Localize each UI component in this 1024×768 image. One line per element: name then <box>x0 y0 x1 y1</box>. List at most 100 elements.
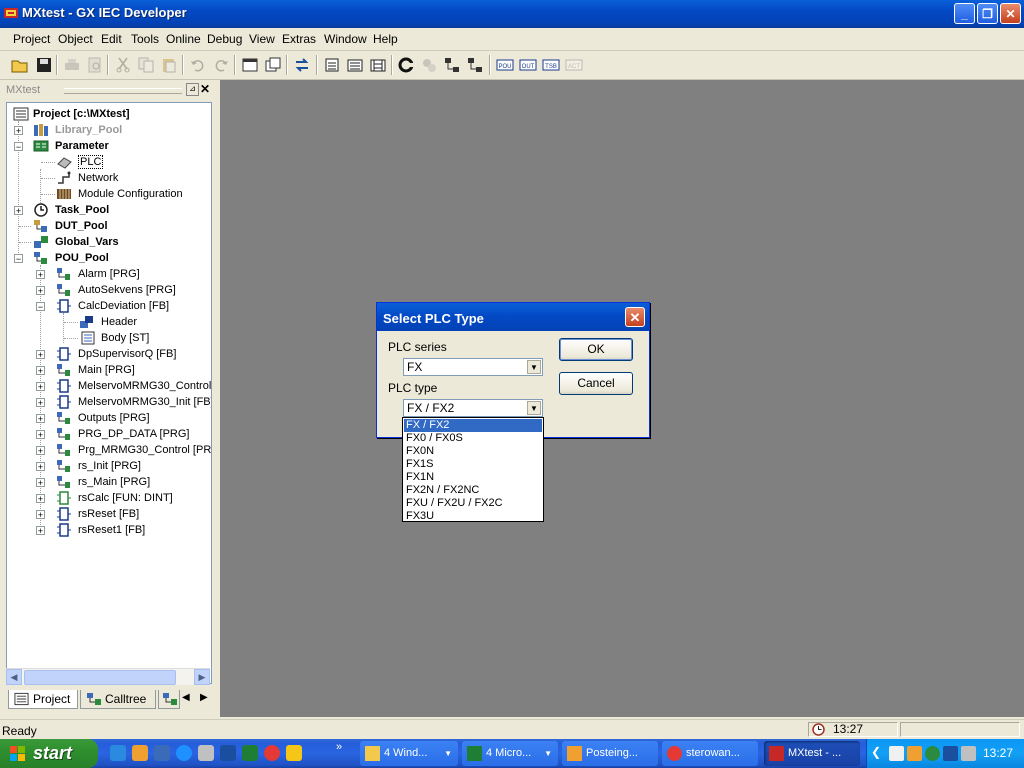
dialog-title-bar[interactable]: Select PLC Type ✕ <box>377 303 649 331</box>
expand-icon[interactable]: + <box>36 382 45 392</box>
tsb-icon[interactable]: TSB <box>542 56 560 74</box>
notepad-icon[interactable] <box>198 745 214 761</box>
expand-icon[interactable]: + <box>36 398 45 408</box>
print-icon[interactable] <box>63 56 81 74</box>
menu-view[interactable]: View <box>249 32 275 46</box>
ie-icon[interactable] <box>110 745 126 761</box>
plc-type-option[interactable]: FX0 / FX0S <box>404 432 542 445</box>
plc-type-option[interactable]: FX1S <box>404 458 542 471</box>
cancel-button[interactable]: Cancel <box>559 372 633 395</box>
minimize-button[interactable]: _ <box>954 3 975 24</box>
undo-icon[interactable] <box>189 56 207 74</box>
menu-extras[interactable]: Extras <box>282 32 316 46</box>
tree-node-autosekvens[interactable]: AutoSekvens [PRG] <box>56 282 176 298</box>
tree-node-rscalc[interactable]: rsCalc [FUN: DINT] <box>56 490 173 506</box>
check-icon[interactable] <box>397 56 415 74</box>
close-button[interactable]: ✕ <box>1000 3 1021 24</box>
expand-icon[interactable]: + <box>36 462 45 472</box>
start-button[interactable]: start <box>0 739 98 768</box>
scroll-thumb[interactable] <box>24 670 176 685</box>
plc-type-option[interactable]: FX0N <box>404 445 542 458</box>
tree-node-parameter[interactable]: Parameter <box>33 138 109 154</box>
tree-node-main[interactable]: Main [PRG] <box>56 362 135 378</box>
act-icon[interactable]: ACT <box>565 56 583 74</box>
network-tray-icon[interactable] <box>925 746 940 761</box>
tree-node-melservo-init[interactable]: MelservoMRMG30_Init [FB] <box>56 394 211 410</box>
tree-node-plc[interactable]: PLC <box>56 154 104 170</box>
tab-scroll-left-icon[interactable]: ◀ <box>182 692 190 703</box>
expand-icon[interactable]: + <box>36 270 45 280</box>
tree-node-rsreset1[interactable]: rsReset1 [FB] <box>56 522 145 538</box>
media-icon[interactable] <box>154 745 170 761</box>
tab-project[interactable]: Project <box>8 690 78 709</box>
expand-icon[interactable]: + <box>36 494 45 504</box>
tab-scroll-right-icon[interactable]: ▶ <box>200 692 208 703</box>
compile-icon[interactable] <box>323 56 341 74</box>
tree-node-prg-mrmg30-control[interactable]: Prg_MRMG30_Control [PRG <box>56 442 211 458</box>
network-icon[interactable] <box>443 56 461 74</box>
tree-node-outputs[interactable]: Outputs [PRG] <box>56 410 150 426</box>
scroll-left-icon[interactable]: ◀ <box>6 669 22 685</box>
ok-button[interactable]: OK <box>559 338 633 361</box>
task-posteing[interactable]: Posteing... <box>562 741 658 766</box>
word-icon[interactable] <box>220 745 236 761</box>
task-mxtest[interactable]: MXtest - ... <box>764 741 860 766</box>
collapse-icon[interactable]: − <box>14 142 23 152</box>
copy-icon[interactable] <box>137 56 155 74</box>
excel-icon[interactable] <box>242 745 258 761</box>
tree-node-project[interactable]: Project [c:\MXtest] <box>13 106 130 122</box>
chevron-down-icon[interactable]: ▼ <box>527 360 541 374</box>
outlook-tray-icon[interactable] <box>907 746 922 761</box>
expand-icon[interactable]: + <box>36 478 45 488</box>
tree-node-alarm[interactable]: Alarm [PRG] <box>56 266 140 282</box>
tree-node-calcdeviation[interactable]: CalcDeviation [FB] <box>56 298 169 314</box>
windows-icon[interactable] <box>264 56 282 74</box>
collapse-icon[interactable]: − <box>36 302 45 312</box>
expand-icon[interactable]: + <box>36 286 45 296</box>
expand-icon[interactable]: + <box>14 126 23 136</box>
panel-dock-icon[interactable]: ⊿ <box>186 83 199 96</box>
print-preview-icon[interactable] <box>86 56 104 74</box>
open-icon[interactable] <box>11 56 29 74</box>
expand-icon[interactable]: + <box>36 414 45 424</box>
menu-edit[interactable]: Edit <box>101 32 122 46</box>
tree-node-header[interactable]: Header <box>79 314 137 330</box>
tree-node-global-vars[interactable]: Global_Vars <box>33 234 119 250</box>
chevron-down-icon[interactable]: ▼ <box>527 401 541 415</box>
tray-expand-icon[interactable]: ❮ <box>871 745 881 759</box>
out-icon[interactable]: OUT <box>519 56 537 74</box>
mail-icon[interactable] <box>889 746 904 761</box>
plc-type-option[interactable]: FX2N / FX2NC <box>404 484 542 497</box>
tree-node-dut-pool[interactable]: DUT_Pool <box>33 218 108 234</box>
tree-node-module-configuration[interactable]: Module Configuration <box>56 186 183 202</box>
tree-node-rsreset[interactable]: rsReset [FB] <box>56 506 139 522</box>
cut-icon[interactable] <box>114 56 132 74</box>
plc-type-option[interactable]: FXU / FX2U / FX2C <box>404 497 542 510</box>
redo-icon[interactable] <box>212 56 230 74</box>
tree-horizontal-scrollbar[interactable]: ◀ ▶ <box>6 668 210 685</box>
compile-all-icon[interactable] <box>346 56 364 74</box>
quicklaunch-overflow-icon[interactable]: » <box>336 741 342 753</box>
plc-type-option[interactable]: FX1N <box>404 471 542 484</box>
tree-node-network[interactable]: Network <box>56 170 118 186</box>
dialog-close-button[interactable]: ✕ <box>625 307 645 327</box>
player-icon[interactable] <box>176 745 192 761</box>
tree-node-rs-init[interactable]: rs_Init [PRG] <box>56 458 141 474</box>
tree-node-rs-main[interactable]: rs_Main [PRG] <box>56 474 150 490</box>
expand-icon[interactable]: + <box>14 206 23 216</box>
menu-window[interactable]: Window <box>324 32 367 46</box>
expand-icon[interactable]: + <box>36 366 45 376</box>
tree-node-task-pool[interactable]: Task_Pool <box>33 202 109 218</box>
expand-icon[interactable]: + <box>36 510 45 520</box>
build-icon[interactable] <box>420 56 438 74</box>
network2-icon[interactable] <box>466 56 484 74</box>
tree-node-dpsupervisorq[interactable]: DpSupervisorQ [FB] <box>56 346 176 362</box>
panel-grip[interactable] <box>64 88 182 94</box>
plc-type-option[interactable]: FX3U <box>404 510 542 523</box>
menu-tools[interactable]: Tools <box>131 32 159 46</box>
task-sterowan[interactable]: sterowan... <box>662 741 758 766</box>
transfer-icon[interactable] <box>293 56 311 74</box>
scroll-right-icon[interactable]: ▶ <box>194 669 210 685</box>
volume-icon[interactable] <box>961 746 976 761</box>
plc-type-combo[interactable]: FX / FX2 ▼ <box>403 399 543 417</box>
